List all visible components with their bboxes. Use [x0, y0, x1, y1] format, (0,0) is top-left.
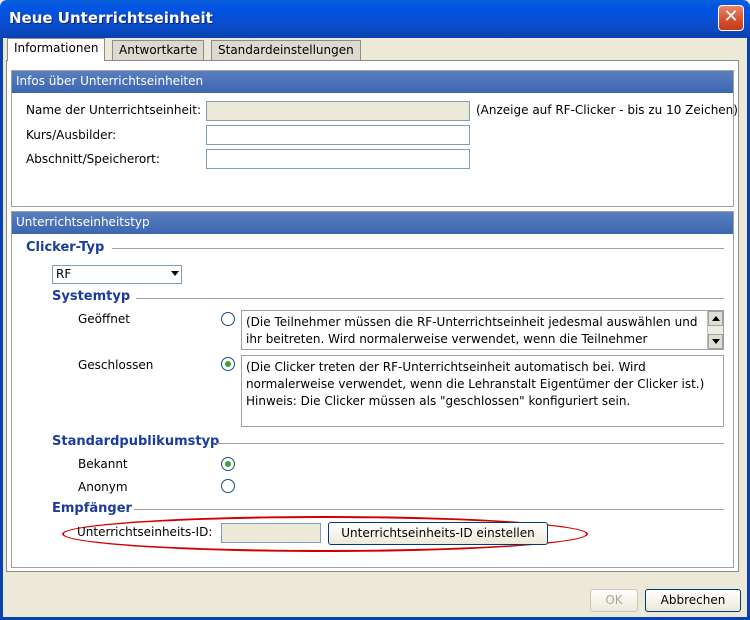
tab-informationen[interactable]: Informationen: [7, 38, 106, 61]
scroll-down-button[interactable]: [708, 334, 723, 349]
scroll-up-button[interactable]: [708, 311, 723, 326]
system-type-title: Systemtyp: [52, 289, 131, 304]
clicker-type-select[interactable]: RF: [52, 265, 182, 284]
closed-description: (Die Clicker treten der RF-Unterrichtsei…: [241, 355, 724, 427]
open-label: Geöffnet: [78, 312, 130, 326]
title-bar: Neue Unterrichtseinheit ✕: [0, 0, 750, 38]
tab-standardeinstellungen[interactable]: Standardeinstellungen: [211, 40, 361, 60]
unit-id-input[interactable]: [221, 523, 321, 543]
name-label: Name der Unterrichtseinheit:: [26, 103, 201, 117]
section-input[interactable]: [206, 149, 470, 169]
tab-antwortkarte[interactable]: Antwortkarte: [112, 40, 205, 60]
window-title: Neue Unterrichtseinheit: [9, 9, 213, 27]
cancel-button[interactable]: Abbrechen: [645, 589, 741, 612]
anonymous-label: Anonym: [78, 480, 128, 494]
anonymous-radio[interactable]: [221, 479, 235, 493]
type-section-header: Unterrichtseinheitstyp: [12, 212, 733, 234]
course-label: Kurs/Ausbilder:: [26, 128, 117, 142]
divider: [216, 443, 724, 444]
info-section-header: Infos über Unterrichtseinheiten: [12, 71, 733, 93]
receiver-title: Empfänger: [52, 501, 132, 516]
tab-panel: Infos über Unterrichtseinheiten Name der…: [6, 60, 739, 572]
open-description-scrollbar[interactable]: [707, 311, 723, 349]
known-radio[interactable]: [221, 457, 235, 471]
type-section: Unterrichtseinheitstyp Clicker-Typ RF Sy…: [11, 211, 734, 568]
divider: [136, 298, 724, 299]
ok-button[interactable]: OK: [590, 589, 638, 612]
unit-id-label: Unterrichtseinheits-ID:: [77, 525, 213, 539]
open-description: (Die Teilnehmer müssen die RF-Unterricht…: [241, 310, 724, 350]
section-label: Abschnitt/Speicherort:: [26, 152, 160, 166]
set-unit-id-button[interactable]: Unterrichtseinheits-ID einstellen: [328, 522, 548, 545]
info-section: Infos über Unterrichtseinheiten Name der…: [11, 70, 738, 207]
clicker-type-title: Clicker-Typ: [26, 240, 105, 255]
name-hint: (Anzeige auf RF-Clicker - bis zu 10 Zeic…: [476, 103, 738, 117]
divider: [112, 248, 724, 249]
closed-radio[interactable]: [221, 357, 235, 371]
closed-label: Geschlossen: [78, 358, 154, 372]
chevron-down-icon: [712, 339, 720, 344]
audience-type-title: Standardpublikumstyp: [52, 434, 220, 449]
divider: [134, 509, 724, 510]
course-input[interactable]: [206, 125, 470, 145]
open-radio[interactable]: [221, 312, 235, 326]
chevron-up-icon: [712, 316, 720, 321]
known-label: Bekannt: [78, 457, 128, 471]
close-icon[interactable]: ✕: [718, 5, 744, 31]
chevron-down-icon: [171, 271, 179, 276]
name-input[interactable]: [206, 101, 470, 121]
